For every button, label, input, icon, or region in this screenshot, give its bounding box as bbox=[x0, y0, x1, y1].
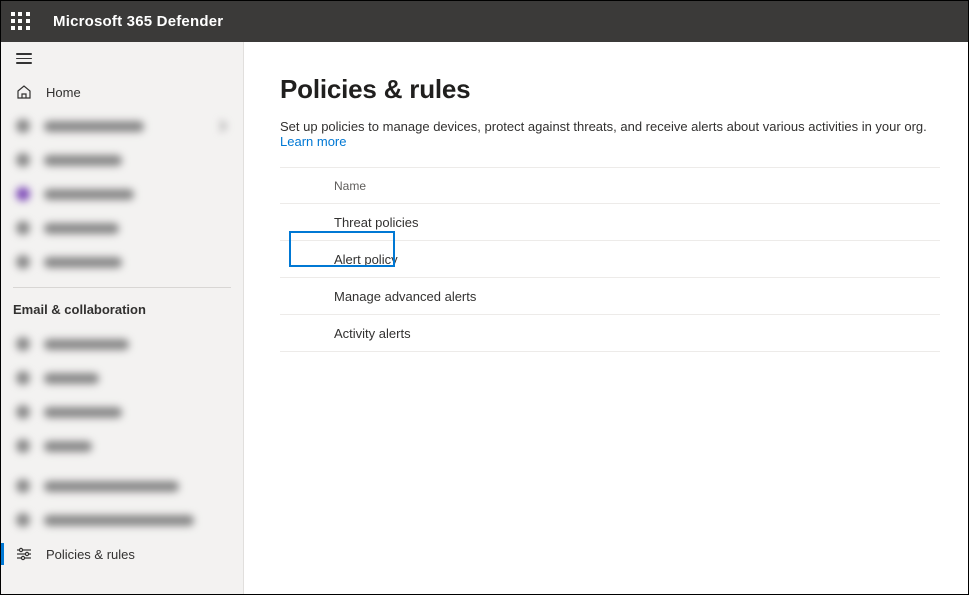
sidebar-blurred-item bbox=[1, 361, 243, 395]
row-label: Threat policies bbox=[334, 215, 419, 230]
home-icon bbox=[16, 84, 32, 100]
row-label: Activity alerts bbox=[334, 326, 411, 341]
table-header: Name bbox=[280, 168, 940, 204]
sidebar-blurred-item bbox=[1, 469, 243, 503]
row-label: Alert policy bbox=[334, 252, 398, 267]
sidebar-section-header: Email & collaboration bbox=[1, 292, 243, 327]
sidebar-blurred-item bbox=[1, 211, 243, 245]
sidebar-blurred-item bbox=[1, 429, 243, 463]
table-row-activity-alerts[interactable]: Activity alerts bbox=[280, 315, 940, 352]
sidebar-blurred-item bbox=[1, 503, 243, 537]
row-label: Manage advanced alerts bbox=[334, 289, 476, 304]
table-row-alert-policy[interactable]: Alert policy bbox=[280, 241, 940, 278]
sidebar-divider bbox=[13, 287, 231, 288]
sidebar-item-label: Policies & rules bbox=[46, 547, 135, 562]
sidebar-blurred-item bbox=[1, 143, 243, 177]
sidebar-blurred-item bbox=[1, 327, 243, 361]
sidebar-item-label: Home bbox=[46, 85, 81, 100]
sidebar-blurred-item bbox=[1, 109, 243, 143]
sidebar-blurred-item bbox=[1, 395, 243, 429]
table-row-manage-advanced-alerts[interactable]: Manage advanced alerts bbox=[280, 278, 940, 315]
app-launcher-icon[interactable] bbox=[11, 12, 31, 32]
table-row-threat-policies[interactable]: Threat policies bbox=[280, 204, 940, 241]
sidebar-item-policies-rules[interactable]: Policies & rules bbox=[1, 537, 243, 571]
column-header-name: Name bbox=[334, 179, 366, 193]
hamburger-icon[interactable] bbox=[16, 50, 32, 67]
sidebar-blurred-item bbox=[1, 177, 243, 211]
page-title: Policies & rules bbox=[280, 74, 940, 105]
sidebar-item-home[interactable]: Home bbox=[1, 75, 243, 109]
page-description: Set up policies to manage devices, prote… bbox=[280, 119, 940, 149]
sidebar: Home Email & collaboration bbox=[1, 42, 244, 594]
app-title: Microsoft 365 Defender bbox=[53, 13, 223, 30]
main-content: Policies & rules Set up policies to mana… bbox=[244, 42, 968, 594]
learn-more-link[interactable]: Learn more bbox=[280, 134, 346, 149]
sidebar-blurred-item bbox=[1, 245, 243, 279]
sliders-icon bbox=[16, 546, 32, 562]
policies-table: Name Threat policies Alert policy Manage… bbox=[280, 167, 940, 352]
app-header: Microsoft 365 Defender bbox=[1, 1, 968, 42]
